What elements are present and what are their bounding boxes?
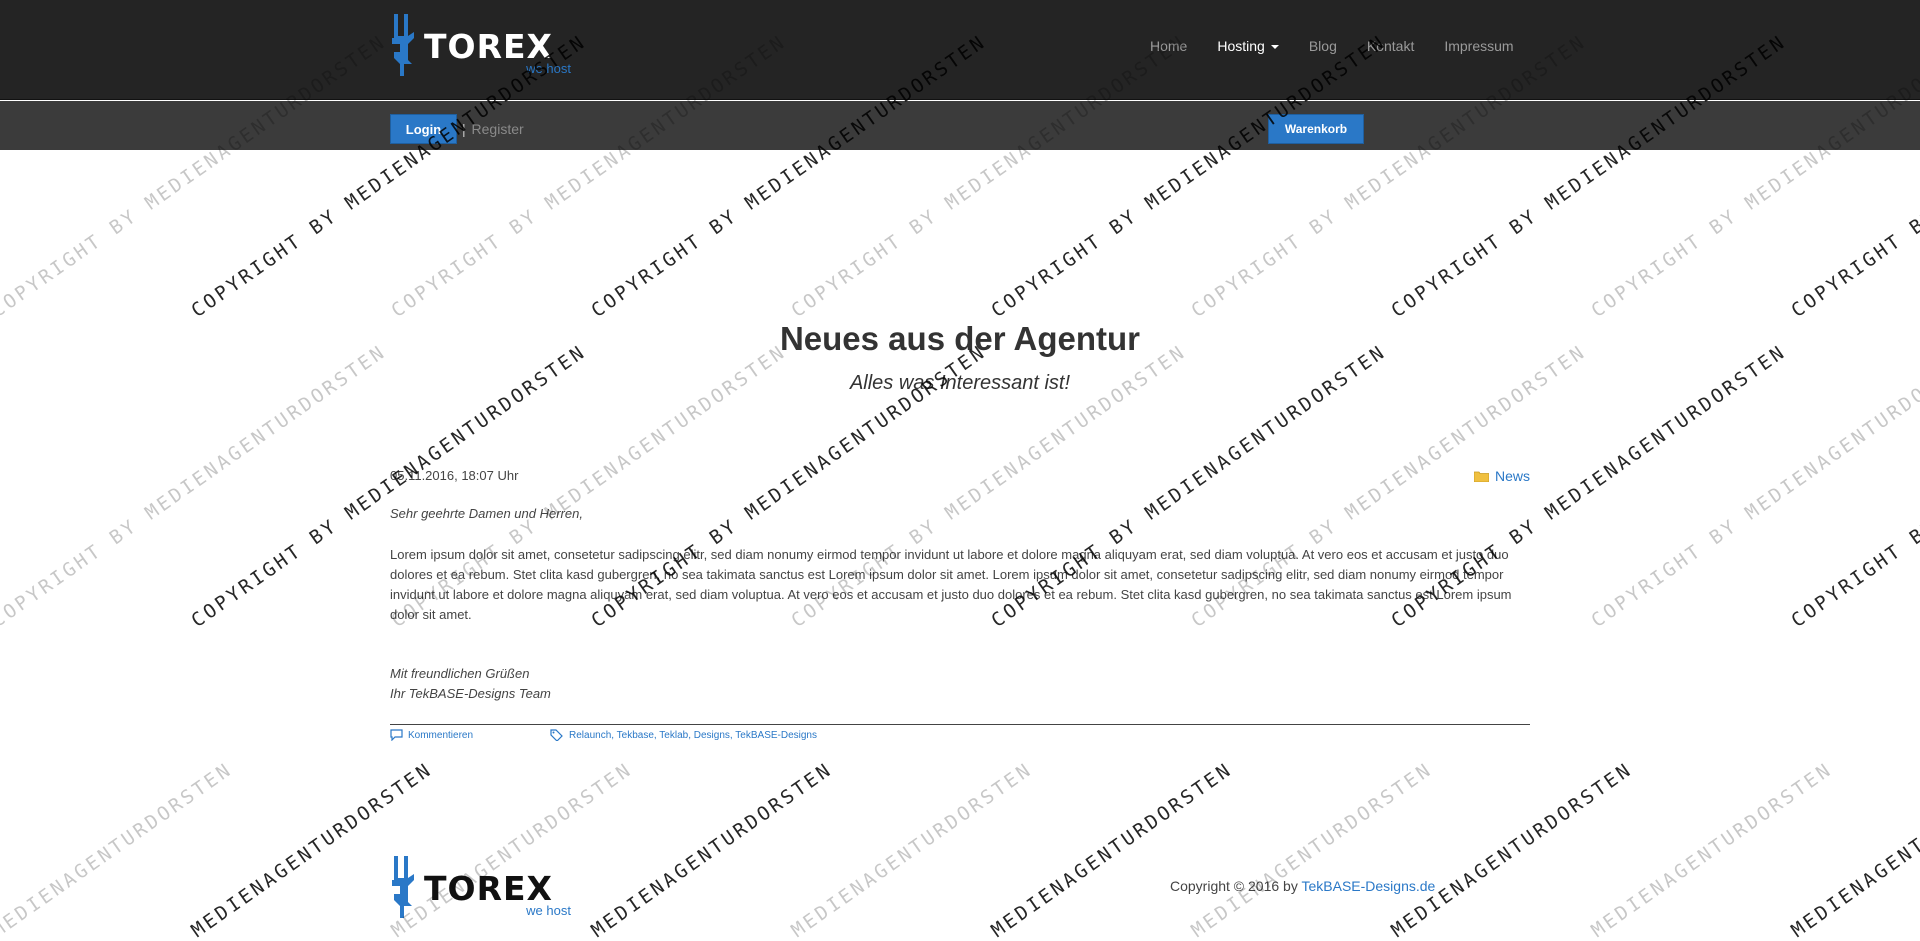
comment-icon <box>390 729 403 741</box>
logo-mark-icon <box>392 14 414 76</box>
register-link-wrap: | Register <box>462 121 524 137</box>
comments-label: Kommentieren <box>408 729 474 741</box>
post-category-link[interactable]: News <box>1495 468 1530 484</box>
logo-wordmark: TOREX <box>424 27 553 66</box>
copyright-link[interactable]: TekBASE-Designs.de <box>1301 878 1435 894</box>
nav-item-hosting-label: Hosting <box>1217 38 1265 54</box>
footer-logo[interactable]: TOREX we host <box>390 856 571 918</box>
folder-icon <box>1473 471 1489 482</box>
post-tags: Relaunch, Tekbase, Teklab, Designs, TekB… <box>550 729 817 741</box>
tag-icon <box>550 729 563 741</box>
nav-item-hosting[interactable]: Hosting <box>1217 38 1279 54</box>
nav-item-impressum[interactable]: Impressum <box>1444 38 1513 54</box>
post-greeting: Sehr geehrte Damen und Herren, <box>390 506 583 521</box>
copyright-text: Copyright © 2016 by <box>1170 878 1298 894</box>
post-divider <box>390 724 1530 725</box>
logo-tagline: we host <box>526 903 571 918</box>
tag-link[interactable]: TekBASE-Designs <box>735 730 817 741</box>
post-body: Lorem ipsum dolor sit amet, consetetur s… <box>390 547 1512 622</box>
watermark-text: MEDIENAGENTURDORSTEN <box>787 758 1037 941</box>
post-category[interactable]: News <box>1473 468 1530 484</box>
watermark-text: MEDIENAGENTURDORSTEN <box>1187 758 1437 941</box>
tag-link[interactable]: Teklab <box>659 730 688 741</box>
register-link[interactable]: Register <box>472 121 524 137</box>
login-button[interactable]: Login <box>390 114 457 144</box>
tag-link[interactable]: Designs <box>694 730 730 741</box>
watermark-text: MEDIENAGENTURDORSTEN <box>1587 758 1837 941</box>
nav-item-kontakt[interactable]: Kontakt <box>1367 38 1414 54</box>
watermark-text: MEDIENAGENTURDORSTEN <box>0 758 237 941</box>
watermark-text: MEDIENAGENTURDORSTEN <box>987 758 1237 941</box>
page-title: Neues aus der Agentur <box>779 320 1141 357</box>
chevron-down-icon <box>1270 45 1279 50</box>
post-signature: Ihr TekBASE-Designs Team <box>390 686 551 701</box>
logo-tagline: we host <box>526 61 571 76</box>
cart-button[interactable]: Warenkorb <box>1268 114 1364 144</box>
nav-item-home[interactable]: Home <box>1150 38 1187 54</box>
watermark-text: MEDIENAGENTURDORSTEN <box>587 758 837 941</box>
post-date: 05.11.2016, 18:07 Uhr <box>390 468 519 483</box>
nav-item-blog[interactable]: Blog <box>1309 38 1337 54</box>
logo-mark-icon <box>392 856 414 918</box>
brand-logo[interactable]: TOREX we host <box>390 14 571 76</box>
page-subtitle: Alles was Interessant ist! <box>849 372 1071 394</box>
logo-wordmark: TOREX <box>424 869 553 908</box>
register-separator: | <box>462 121 466 137</box>
post-closing: Mit freundlichen Grüßen <box>390 666 530 681</box>
watermark-text: MEDIENAGENTURDORSTEN <box>1387 758 1637 941</box>
main-nav: Home Hosting Blog Kontakt Impressum <box>1150 38 1544 54</box>
tag-link[interactable]: Tekbase <box>617 730 654 741</box>
comments-link[interactable]: Kommentieren <box>390 729 473 741</box>
account-bar: Login | Register Warenkorb <box>0 101 1920 150</box>
tag-link[interactable]: Relaunch <box>569 730 611 741</box>
footer-copyright: Copyright © 2016 by TekBASE-Designs.de <box>1170 878 1435 894</box>
top-navbar: TOREX we host Home Hosting Blog Kontakt … <box>0 0 1920 100</box>
watermark-text: MEDIENAGENTURDORSTEN <box>1787 758 1920 941</box>
